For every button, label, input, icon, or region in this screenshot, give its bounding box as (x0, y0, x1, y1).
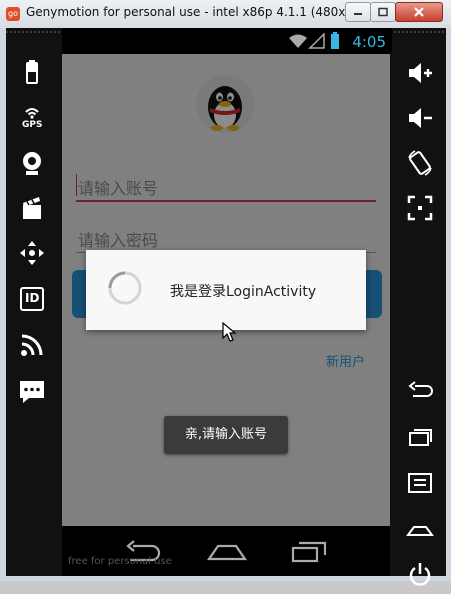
clapper-icon (23, 197, 41, 219)
device-id-widget-button[interactable]: ID (17, 284, 47, 314)
watermark: free for personal use (68, 556, 172, 567)
back-button[interactable] (405, 376, 435, 406)
camera-widget-button[interactable] (17, 148, 47, 178)
recents-icon (409, 429, 432, 446)
camera-icon (23, 152, 41, 175)
capture-widget-button[interactable] (17, 193, 47, 223)
minimize-icon (354, 13, 362, 15)
login-screen: 请输入账号 请输入密码 新用户 我是登录LoginActivity 亲,请输入账… (62, 54, 390, 526)
network-widget-button[interactable] (17, 330, 47, 360)
left-toolbar: GPS ID (8, 58, 56, 568)
fullscreen-button[interactable] (405, 193, 435, 223)
wifi-signal-icon (289, 33, 325, 49)
power-button[interactable] (405, 560, 435, 590)
volume-up-button[interactable] (405, 58, 435, 88)
battery-widget-button[interactable] (17, 58, 47, 88)
sms-widget-button[interactable] (17, 376, 47, 406)
right-toolbar (396, 58, 444, 586)
home-icon (406, 526, 434, 536)
progress-dialog: 我是登录LoginActivity (86, 250, 366, 330)
maximize-button[interactable] (370, 2, 396, 22)
nav-recents-icon[interactable] (290, 540, 328, 564)
android-status-bar: 4:05 (62, 28, 392, 54)
minimize-button[interactable] (345, 2, 371, 22)
menu-icon (408, 473, 432, 493)
nav-home-icon[interactable] (207, 542, 247, 562)
status-clock: 4:05 (352, 33, 386, 51)
gps-label: GPS (22, 120, 43, 130)
dpad-widget-button[interactable] (17, 238, 47, 268)
close-icon (414, 7, 424, 17)
gps-widget-button[interactable]: GPS (17, 103, 47, 133)
progress-dialog-message: 我是登录LoginActivity (170, 284, 317, 300)
toast-message: 亲,请输入账号 (164, 416, 288, 454)
genymotion-window: go Genymotion for personal use - intel x… (0, 0, 451, 586)
volume-down-icon (409, 108, 432, 128)
title-bar[interactable]: go Genymotion for personal use - intel x… (0, 0, 451, 28)
sms-icon (20, 381, 44, 403)
id-label: ID (25, 291, 40, 305)
window-title: Genymotion for personal use - intel x86p… (26, 5, 357, 19)
maximize-icon (378, 7, 388, 17)
volume-up-icon (409, 63, 432, 83)
genymotion-app-icon: go (6, 7, 20, 21)
back-icon (408, 381, 433, 397)
home-button[interactable] (405, 514, 435, 544)
loading-spinner-icon (108, 271, 142, 305)
android-nav-bar (62, 526, 390, 576)
battery-icon (26, 60, 38, 84)
menu-button[interactable] (405, 468, 435, 498)
rss-icon (21, 334, 43, 356)
volume-down-button[interactable] (405, 103, 435, 133)
recents-button[interactable] (405, 422, 435, 452)
dpad-icon (20, 241, 44, 265)
battery-status-icon (331, 32, 339, 49)
rotate-icon (408, 150, 432, 176)
fullscreen-icon (407, 195, 433, 221)
close-button[interactable] (395, 2, 443, 22)
rotate-button[interactable] (405, 148, 435, 178)
mouse-pointer-icon (222, 322, 237, 342)
power-icon (409, 563, 431, 586)
